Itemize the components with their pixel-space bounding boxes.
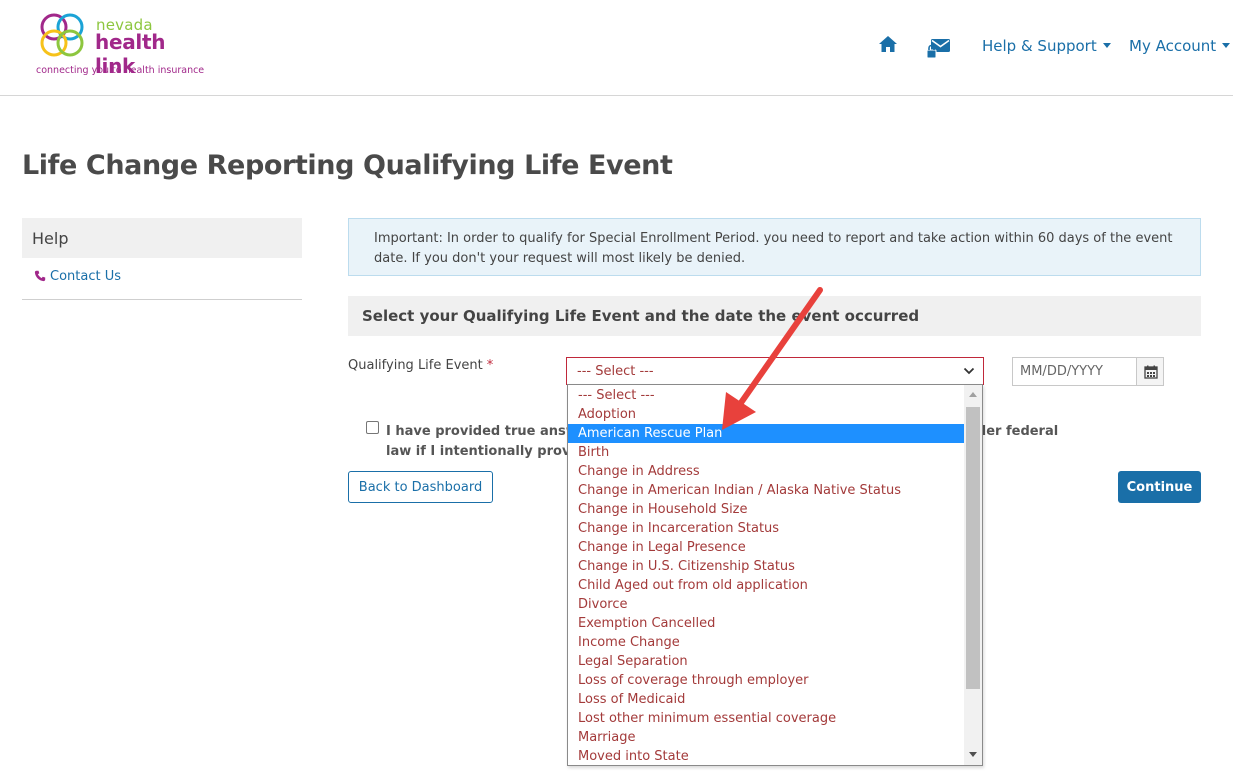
dropdown-option[interactable]: Adoption — [568, 405, 965, 424]
site-header: nevada health link connecting you to hea… — [0, 0, 1233, 96]
dropdown-option[interactable]: Child Aged out from old application — [568, 576, 965, 595]
dropdown-option[interactable]: Moved into State — [568, 747, 965, 765]
dropdown-option[interactable]: Change in Incarceration Status — [568, 519, 965, 538]
dropdown-option[interactable]: Change in American Indian / Alaska Nativ… — [568, 481, 965, 500]
my-account-menu[interactable]: My Account — [1129, 37, 1231, 55]
dropdown-option[interactable]: Change in Address — [568, 462, 965, 481]
help-panel-header: Help — [22, 218, 302, 258]
logo-knot-icon — [40, 13, 84, 57]
qle-dropdown-list[interactable]: --- Select --- Adoption American Rescue Pl… — [567, 384, 983, 766]
dropdown-option[interactable]: Change in Legal Presence — [568, 538, 965, 557]
dropdown-option[interactable]: Legal Separation — [568, 652, 965, 671]
dropdown-option[interactable]: Exemption Cancelled — [568, 614, 965, 633]
calendar-icon — [1144, 365, 1158, 379]
dropdown-option[interactable]: Lost other minimum essential coverage — [568, 709, 965, 728]
dropdown-option[interactable]: Loss of Medicaid — [568, 690, 965, 709]
back-to-dashboard-button[interactable]: Back to Dashboard — [348, 471, 493, 503]
contact-us-label: Contact Us — [50, 269, 121, 284]
continue-button[interactable]: Continue — [1118, 471, 1201, 503]
important-notice: Important: In order to qualify for Speci… — [348, 218, 1201, 276]
dropdown-option[interactable]: Marriage — [568, 728, 965, 747]
dropdown-option[interactable]: Birth — [568, 443, 965, 462]
event-date-input[interactable] — [1012, 357, 1137, 386]
help-title: Help — [32, 229, 69, 248]
sidebar-divider — [22, 299, 302, 300]
dropdown-option[interactable]: Change in Household Size — [568, 500, 965, 519]
caret-down-icon — [1222, 43, 1231, 48]
help-support-label: Help & Support — [982, 37, 1097, 55]
scroll-up-arrow-icon[interactable] — [964, 385, 982, 405]
qle-select[interactable]: --- Select --- — [566, 357, 984, 385]
required-asterisk: * — [486, 358, 494, 373]
scroll-down-arrow-icon[interactable] — [964, 745, 982, 765]
calendar-button[interactable] — [1136, 357, 1164, 386]
contact-us-link[interactable]: Contact Us — [34, 269, 121, 284]
logo-tagline: connecting you to health insurance — [36, 65, 205, 76]
dropdown-scrollbar[interactable] — [964, 385, 982, 765]
page-title: Life Change Reporting Qualifying Life Ev… — [22, 150, 673, 181]
dropdown-option[interactable]: American Rescue Plan — [568, 424, 965, 443]
qle-label: Qualifying Life Event * — [348, 358, 493, 373]
qle-label-text: Qualifying Life Event — [348, 358, 483, 373]
dropdown-option[interactable]: Divorce — [568, 595, 965, 614]
scroll-thumb[interactable] — [966, 407, 980, 689]
dropdown-option[interactable]: Loss of coverage through employer — [568, 671, 965, 690]
my-account-label: My Account — [1129, 37, 1217, 55]
section-title: Select your Qualifying Life Event and th… — [362, 307, 920, 325]
caret-down-icon — [1102, 43, 1111, 48]
help-support-menu[interactable]: Help & Support — [982, 37, 1111, 55]
section-header: Select your Qualifying Life Event and th… — [348, 296, 1201, 336]
dropdown-options: --- Select --- Adoption American Rescue Pl… — [568, 386, 965, 765]
attestation-checkbox[interactable] — [366, 421, 379, 434]
dropdown-option[interactable]: --- Select --- — [568, 386, 965, 405]
dropdown-option[interactable]: Change in U.S. Citizenship Status — [568, 557, 965, 576]
nevada-health-link-logo[interactable]: nevada health link connecting you to hea… — [34, 10, 204, 80]
chevron-down-icon — [963, 367, 975, 375]
phone-icon — [34, 270, 46, 282]
qle-select-value: --- Select --- — [577, 364, 654, 379]
home-icon[interactable] — [878, 35, 900, 55]
envelope-lock-icon[interactable] — [926, 36, 952, 60]
dropdown-option[interactable]: Income Change — [568, 633, 965, 652]
